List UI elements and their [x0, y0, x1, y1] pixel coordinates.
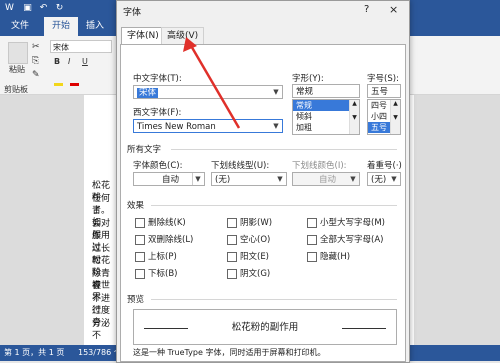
engrave-label: 阴文(G): [240, 269, 271, 279]
section-divider: [151, 299, 397, 300]
tab-home[interactable]: 开始: [44, 17, 78, 36]
hidden-checkbox[interactable]: [307, 252, 317, 262]
cut-icon[interactable]: ✂: [32, 42, 40, 52]
help-icon[interactable]: ?: [364, 4, 369, 15]
word-app-icon: W: [5, 3, 14, 13]
chevron-down-icon[interactable]: ▼: [192, 173, 203, 185]
outline-label: 空心(O): [240, 235, 271, 245]
emboss-label: 阳文(E): [240, 252, 270, 262]
underline-style-label: 下划线线型(U):: [211, 161, 270, 171]
section-divider: [171, 149, 397, 150]
small-caps-checkbox[interactable]: [307, 218, 317, 228]
dialog-title: 字体: [123, 8, 142, 18]
font-color-label: 字体颜色(C):: [133, 161, 183, 171]
western-font-value: Times New Roman: [137, 122, 216, 132]
bold-button[interactable]: B: [54, 57, 60, 66]
tab-advanced[interactable]: 高级(V): [161, 27, 205, 44]
clipboard-group-label: 剪贴板: [4, 85, 28, 94]
font-tab-panel: 中文字体(T): 宋体 ▼ 西文字体(F): Times New Roman ▼…: [120, 44, 406, 362]
preview-rule-right: [342, 328, 386, 329]
size-scrollbar[interactable]: ▲ ▼: [390, 100, 400, 134]
emboss-checkbox[interactable]: [227, 252, 237, 262]
preview-text: 松花粉的副作用: [231, 322, 299, 333]
superscript-checkbox[interactable]: [135, 252, 145, 262]
underline-style-select[interactable]: (无) ▼: [211, 172, 287, 186]
western-font-select[interactable]: Times New Roman ▼: [133, 119, 283, 133]
font-color-icon[interactable]: [70, 74, 79, 86]
hidden-label: 隐藏(H): [320, 252, 351, 262]
undo-icon[interactable]: ↶: [38, 3, 49, 14]
tab-font[interactable]: 字体(N): [121, 27, 165, 45]
effects-heading: 效果: [127, 201, 145, 211]
section-divider: [151, 205, 397, 206]
subscript-label: 下标(B): [148, 269, 178, 279]
engrave-checkbox[interactable]: [227, 269, 237, 279]
outline-checkbox[interactable]: [227, 235, 237, 245]
small-caps-label: 小型大写字母(M): [320, 218, 385, 228]
close-icon[interactable]: ×: [389, 3, 398, 16]
tab-file[interactable]: 文件: [0, 17, 40, 36]
italic-button[interactable]: I: [68, 57, 70, 66]
preview-heading: 预览: [127, 295, 145, 305]
style-list[interactable]: 常规 倾斜 加粗 ▲ ▼: [292, 99, 360, 135]
emphasis-select[interactable]: (无) ▼: [367, 172, 401, 186]
format-painter-icon[interactable]: ✎: [32, 70, 40, 80]
emphasis-label: 着重号(·): [367, 161, 402, 171]
chevron-down-icon[interactable]: ▼: [271, 86, 281, 98]
redo-icon[interactable]: ↻: [54, 3, 65, 14]
chinese-font-select[interactable]: 宋体 ▼: [133, 85, 283, 99]
chinese-font-label: 中文字体(T):: [133, 74, 182, 84]
chevron-down-icon[interactable]: ▼: [275, 173, 285, 185]
tab-insert[interactable]: 插入: [80, 17, 110, 36]
underline-color-label: 下划线颜色(I):: [292, 161, 347, 171]
copy-icon[interactable]: ⎘: [32, 56, 39, 66]
style-scrollbar[interactable]: ▲ ▼: [349, 100, 359, 134]
strike-checkbox[interactable]: [135, 218, 145, 228]
style-input[interactable]: 常规: [292, 84, 360, 98]
underline-style-value: (无): [215, 175, 231, 185]
size-label: 字号(S):: [367, 74, 399, 84]
underline-button[interactable]: U: [82, 57, 88, 66]
font-name-box[interactable]: 宋体: [50, 40, 112, 53]
page-count[interactable]: 第 1 页，共 1 页: [4, 345, 64, 361]
all-caps-label: 全部大写字母(A): [320, 235, 384, 245]
all-caps-checkbox[interactable]: [307, 235, 317, 245]
save-icon[interactable]: ▣: [22, 3, 33, 14]
size-list[interactable]: 四号 小四 五号 ▲ ▼: [367, 99, 401, 135]
chevron-down-icon: ▼: [350, 175, 356, 183]
double-strike-checkbox[interactable]: [135, 235, 145, 245]
document-line[interactable]: 分泌不: [92, 318, 116, 342]
chevron-down-icon[interactable]: ▼: [389, 173, 399, 185]
chinese-font-value: 宋体: [137, 88, 159, 98]
size-input[interactable]: 五号: [367, 84, 401, 98]
underline-color-select: 自动 ▼: [292, 172, 360, 186]
subscript-checkbox[interactable]: [135, 269, 145, 279]
font-color-value: 自动: [161, 175, 179, 185]
double-strike-label: 双删除线(L): [148, 235, 194, 245]
highlight-icon[interactable]: [54, 74, 63, 86]
shadow-checkbox[interactable]: [227, 218, 237, 228]
strike-label: 删除线(K): [148, 218, 186, 228]
shadow-label: 阴影(W): [240, 218, 273, 228]
font-dialog: 字体 ? × 字体(N) 高级(V) 中文字体(T): 宋体 ▼ 西文字体(F)…: [116, 0, 410, 363]
chevron-down-icon[interactable]: ▼: [271, 120, 281, 132]
underline-color-value: 自动: [318, 175, 336, 185]
all-text-heading: 所有文字: [127, 145, 162, 155]
superscript-label: 上标(P): [148, 252, 177, 262]
preview-box: 松花粉的副作用: [133, 309, 397, 345]
font-type-note: 这是一种 TrueType 字体，同时适用于屏幕和打印机。: [133, 348, 326, 357]
font-color-select[interactable]: 自动 ▼: [133, 172, 205, 186]
paste-label[interactable]: 粘贴: [9, 64, 25, 75]
western-font-label: 西文字体(F):: [133, 108, 182, 118]
style-label: 字形(Y):: [292, 74, 324, 84]
paste-icon[interactable]: [8, 42, 28, 64]
emphasis-value: (无): [371, 175, 387, 185]
